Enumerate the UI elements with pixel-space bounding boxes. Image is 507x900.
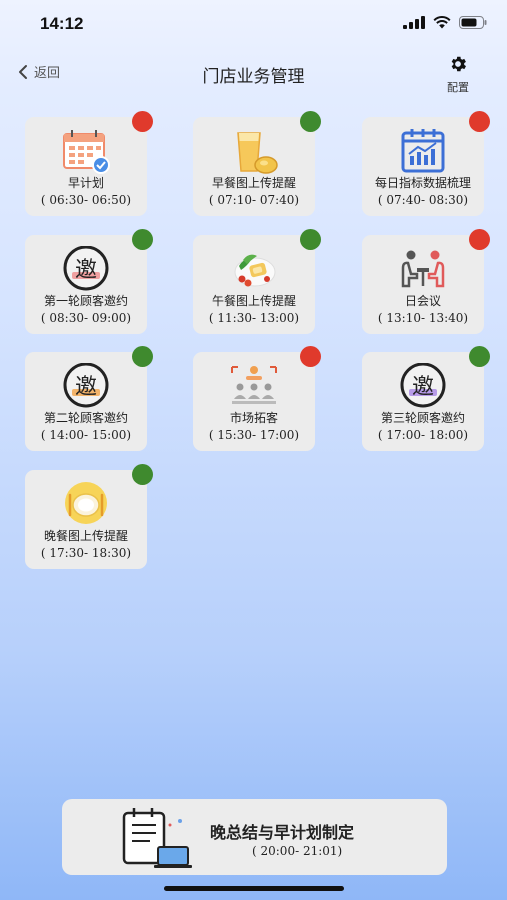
task-card-first-invite[interactable]: 邀 第一轮顾客邀约 ( 08:30- 09:00) [25,229,153,334]
calendar-icon [63,130,110,174]
task-time: ( 13:10- 13:40) [377,311,469,325]
status-time: 14:12 [40,14,84,33]
task-name: 日会议 [404,294,441,308]
meeting-icon [401,250,445,288]
chart-calendar-icon [401,129,445,173]
task-name: 早计划 [67,176,104,190]
task-time: ( 11:30- 13:00) [208,311,300,325]
invite-icon: 邀 [400,363,446,408]
task-card-breakfast-upload[interactable]: 早餐图上传提醒 ( 07:10- 07:40) [193,111,321,216]
task-card-morning-plan[interactable]: 早计划 ( 06:30- 06:50) [25,111,153,216]
config-button[interactable]: 配置 [443,54,473,95]
market-icon [231,366,277,404]
task-time: ( 17:00- 18:00) [377,428,469,442]
task-time: ( 08:30- 09:00) [40,311,132,325]
task-card-daily-meeting[interactable]: 日会议 ( 13:10- 13:40) [362,229,490,334]
task-name: 第三轮顾客邀约 [380,411,465,425]
planning-desk-icon [122,808,192,868]
task-card-market-expansion[interactable]: 市场拓客 ( 15:30- 17:00) [193,346,321,451]
status-bar: 14:12 [0,0,507,48]
status-icons [403,16,487,29]
task-time: ( 15:30- 17:00) [208,428,300,442]
invite-glyph: 邀 [75,375,97,400]
wifi-icon [433,16,451,29]
task-name: 午餐图上传提醒 [211,294,296,308]
task-time: ( 14:00- 15:00) [40,428,132,442]
invite-glyph: 邀 [412,375,434,400]
task-name: 市场拓客 [229,411,278,425]
task-time: ( 06:30- 06:50) [40,193,132,207]
task-name: 第二轮顾客邀约 [43,411,128,425]
task-card-lunch-upload[interactable]: 午餐图上传提醒 ( 11:30- 13:00) [193,229,321,334]
gear-icon [451,56,466,72]
summary-title: 晚总结与早计划制定 [210,823,355,842]
page-title: 门店业务管理 [202,67,305,87]
task-name: 第一轮顾客邀约 [43,294,128,308]
task-time: ( 17:30- 18:30) [40,546,132,560]
task-card-second-invite[interactable]: 邀 第二轮顾客邀约 ( 14:00- 15:00) [25,346,153,451]
task-name: 晚餐图上传提醒 [43,529,128,543]
invite-icon: 邀 [63,246,109,291]
task-card-third-invite[interactable]: 邀 第三轮顾客邀约 ( 17:00- 18:00) [362,346,490,451]
config-label: 配置 [447,81,469,94]
summary-time: ( 20:00- 21:01) [252,844,343,858]
task-time: ( 07:10- 07:40) [208,193,300,207]
task-name: 每日指标数据梳理 [374,176,471,190]
cellular-signal-icon [403,16,425,29]
task-time: ( 07:40- 08:30) [377,193,469,207]
home-indicator[interactable] [164,886,344,891]
dinner-plate-icon [65,482,107,524]
task-card-daily-metrics[interactable]: 每日指标数据梳理 ( 07:40- 08:30) [362,111,490,216]
invite-icon: 邀 [63,363,109,408]
task-card-dinner-upload[interactable]: 晚餐图上传提醒 ( 17:30- 18:30) [25,464,153,569]
battery-icon [459,16,487,29]
navigation-bar: 返回 门店业务管理 配置 [0,50,507,94]
lunch-icon [234,254,276,287]
evening-summary-card[interactable]: 晚总结与早计划制定 ( 20:00- 21:01) [62,799,447,875]
task-name: 早餐图上传提醒 [211,176,296,190]
breakfast-icon [237,132,278,174]
invite-glyph: 邀 [75,258,97,283]
